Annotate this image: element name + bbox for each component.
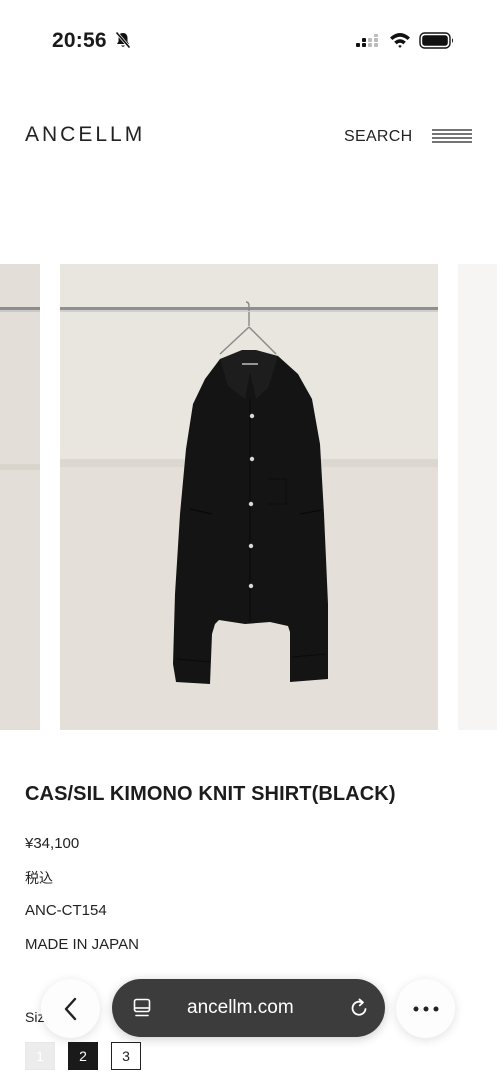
cellular-signal-icon (356, 34, 378, 47)
back-button[interactable] (41, 979, 100, 1038)
reload-icon[interactable] (348, 997, 370, 1019)
product-main-image[interactable] (60, 264, 438, 730)
next-slide-image[interactable] (458, 264, 497, 730)
size-option-2[interactable]: 2 (68, 1042, 98, 1070)
wifi-icon (390, 33, 410, 48)
more-dots-icon (413, 1006, 438, 1011)
site-header: ANCELLM SEARCH (0, 110, 497, 160)
product-code: ANC-CT154 (25, 902, 107, 919)
product-price: ¥34,100 (25, 835, 80, 852)
address-bar[interactable]: ancellm.com (112, 979, 385, 1037)
status-time: 20:56 (52, 29, 107, 52)
tax-included-label: 税込 (25, 870, 53, 886)
bell-slash-icon (115, 31, 131, 49)
brand-logo[interactable]: ANCELLM (25, 123, 145, 147)
hamburger-menu-icon[interactable] (432, 129, 472, 143)
size-option-1: 1 (25, 1042, 55, 1070)
battery-icon (419, 32, 453, 49)
product-title: CAS/SIL KIMONO KNIT SHIRT(BLACK) (25, 783, 396, 805)
size-option-3[interactable]: 3 (111, 1042, 141, 1070)
product-image-carousel[interactable] (0, 264, 497, 730)
url-text[interactable]: ancellm.com (187, 997, 294, 1019)
status-bar: 20:56 (0, 0, 497, 80)
size-options: 1 2 3 (25, 1042, 141, 1070)
product-origin: MADE IN JAPAN (25, 936, 139, 953)
search-link[interactable]: SEARCH (344, 128, 412, 146)
previous-slide-image[interactable] (0, 264, 40, 730)
more-options-button[interactable] (396, 979, 455, 1038)
tabs-icon[interactable] (132, 998, 152, 1018)
chevron-left-icon (64, 997, 76, 1020)
